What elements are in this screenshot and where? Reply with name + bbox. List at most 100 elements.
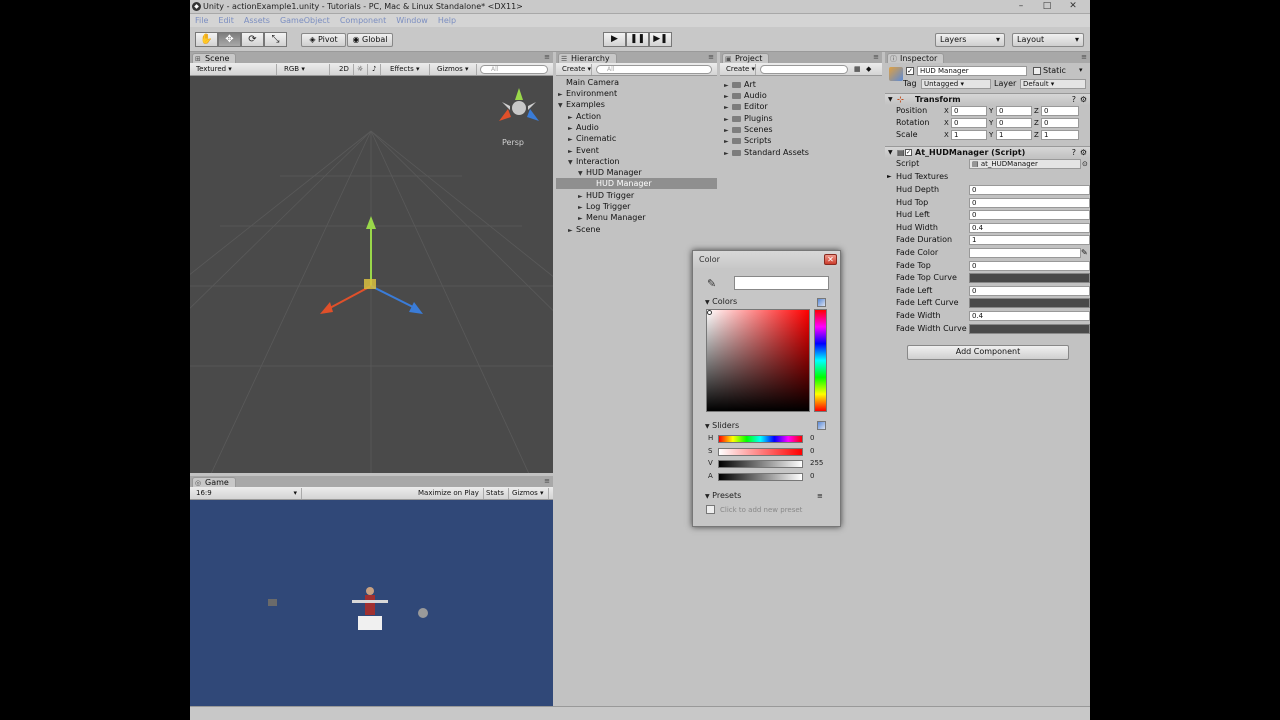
static-checkbox[interactable]	[1033, 67, 1041, 75]
menu-file[interactable]: File	[190, 14, 213, 27]
value-slider[interactable]	[718, 460, 803, 468]
chevron-down-icon[interactable]: ▾	[1079, 66, 1083, 74]
panel-options-icon[interactable]: ≡	[708, 53, 714, 61]
hand-tool-icon[interactable]: ✋	[195, 32, 218, 47]
add-component-button[interactable]: Add Component	[907, 345, 1069, 360]
z-axis-arrow[interactable]	[409, 302, 423, 314]
list-item[interactable]: ► Menu Manager	[578, 212, 646, 223]
close-icon[interactable]: ✕	[1062, 1, 1084, 12]
hue-value[interactable]: 0	[810, 434, 814, 442]
saturation-value[interactable]: 0	[810, 447, 814, 455]
expand-arrow-icon[interactable]: ►	[578, 213, 586, 224]
project-create-dropdown[interactable]: Create ▾	[722, 64, 756, 75]
presets-menu-icon[interactable]: ≡	[817, 492, 823, 500]
gear-icon[interactable]: ⚙	[1080, 94, 1087, 105]
menu-window[interactable]: Window	[391, 14, 433, 27]
scale-tool-icon[interactable]: ⤡	[264, 32, 287, 47]
alpha-value[interactable]: 0	[810, 472, 814, 480]
tab-scene[interactable]: ⊞ Scene	[192, 53, 237, 63]
gear-icon[interactable]: ⚙	[1080, 147, 1087, 158]
panel-options-icon[interactable]: ≡	[544, 477, 550, 485]
rotate-tool-icon[interactable]: ⟳	[241, 32, 264, 47]
list-item[interactable]: ▼ HUD Manager	[578, 167, 642, 178]
panel-options-icon[interactable]: ≡	[1081, 53, 1087, 61]
shading-dropdown[interactable]: Textured ▾	[192, 64, 277, 75]
transform-header[interactable]: ▼ ⊹ Transform ? ⚙	[885, 93, 1090, 105]
maximize-on-play-toggle[interactable]: Maximize on Play	[414, 488, 484, 499]
object-name-input[interactable]: HUD Manager	[917, 66, 1027, 76]
list-item[interactable]: ▼ Examples	[558, 99, 605, 110]
color-field[interactable]	[969, 248, 1081, 258]
list-item[interactable]: ► Action	[568, 111, 601, 122]
step-icon[interactable]: ▶❚	[649, 32, 672, 47]
hierarchy-create-dropdown[interactable]: Create ▾	[558, 64, 592, 75]
global-toggle[interactable]: ◉ Global	[347, 33, 393, 47]
list-item[interactable]: ► Environment	[558, 88, 617, 99]
number-field[interactable]: 0	[969, 185, 1090, 195]
position-x-field[interactable]: 0	[951, 106, 987, 116]
active-checkbox[interactable]: ✓	[906, 67, 914, 75]
foldout-arrow-icon[interactable]: ▼	[888, 94, 893, 105]
slider-mode-icon[interactable]	[817, 421, 826, 430]
expand-arrow-icon[interactable]: ►	[568, 225, 576, 236]
play-icon[interactable]: ▶	[603, 32, 626, 47]
hierarchy-search-input[interactable]: All	[596, 65, 712, 74]
number-field[interactable]: 1	[969, 235, 1090, 246]
help-icon[interactable]: ?	[1072, 147, 1076, 158]
object-picker-icon[interactable]: ⊙	[1082, 158, 1088, 170]
foldout-arrow-icon[interactable]: ►	[887, 171, 892, 183]
help-icon[interactable]: ?	[1072, 94, 1076, 105]
curve-field[interactable]	[969, 323, 1090, 334]
aspect-dropdown[interactable]: 16:9 ▾	[192, 488, 302, 499]
expand-arrow-icon[interactable]: ►	[724, 148, 732, 159]
number-field[interactable]: 0	[969, 197, 1090, 208]
layers-dropdown[interactable]: Layers ▾	[935, 33, 1005, 47]
scene-search-input[interactable]: All	[480, 65, 548, 74]
list-item[interactable]: ► Log Trigger	[578, 201, 630, 212]
mode-2d-toggle[interactable]: 2D	[335, 64, 354, 75]
panel-options-icon[interactable]: ≡	[873, 53, 879, 61]
foldout-arrow-icon[interactable]: ▼	[888, 147, 893, 158]
add-preset-icon[interactable]	[706, 505, 715, 514]
number-field[interactable]: 0.4	[969, 222, 1090, 233]
eyedropper-icon[interactable]: ✎	[1081, 247, 1088, 259]
presets-section-header[interactable]: ▼ Presets	[705, 491, 741, 500]
x-axis-handle[interactable]	[327, 285, 372, 310]
list-item[interactable]: ► Scene	[568, 224, 600, 235]
minimize-icon[interactable]: –	[1010, 1, 1032, 12]
z-axis-handle[interactable]	[370, 285, 416, 309]
effects-dropdown[interactable]: Effects ▾	[386, 64, 430, 75]
layer-dropdown[interactable]: Default ▾	[1020, 79, 1086, 89]
folder-item[interactable]: ► Scripts	[724, 135, 771, 146]
position-z-field[interactable]: 0	[1041, 106, 1079, 116]
hud-textures-foldout[interactable]: ► Hud Textures	[885, 171, 1090, 183]
number-field[interactable]: 0	[969, 210, 1090, 221]
expand-arrow-icon[interactable]: ▼	[568, 157, 576, 168]
list-item-selected[interactable]: HUD Manager	[556, 178, 717, 189]
curve-field[interactable]	[969, 273, 1090, 284]
expand-arrow-icon[interactable]: ►	[724, 102, 732, 113]
list-item[interactable]: ► HUD Trigger	[578, 190, 634, 201]
number-field[interactable]: 0	[969, 285, 1090, 296]
gizmos-dropdown[interactable]: Gizmos ▾	[433, 64, 477, 75]
script-reference-field[interactable]: ▤ at_HUDManager	[969, 159, 1081, 169]
scale-z-field[interactable]: 1	[1041, 130, 1079, 140]
expand-arrow-icon[interactable]: ►	[568, 134, 576, 145]
saturation-value-box[interactable]	[706, 309, 810, 412]
move-tool-icon[interactable]: ✥	[218, 32, 241, 47]
list-item[interactable]: ▼ Interaction	[568, 156, 619, 167]
tag-dropdown[interactable]: Untagged ▾	[921, 79, 991, 89]
tab-hierarchy[interactable]: ☰ Hierarchy	[558, 53, 617, 63]
maximize-icon[interactable]: □	[1036, 1, 1058, 12]
audio-icon[interactable]: ♪	[368, 64, 382, 75]
value-value[interactable]: 255	[810, 459, 823, 467]
menu-component[interactable]: Component	[335, 14, 391, 27]
folder-item[interactable]: ► Scenes	[724, 124, 773, 135]
layout-dropdown[interactable]: Layout ▾	[1012, 33, 1084, 47]
rotation-z-field[interactable]: 0	[1041, 118, 1079, 128]
colors-section-header[interactable]: ▼ Colors	[705, 297, 737, 306]
sliders-section-header[interactable]: ▼ Sliders	[705, 421, 739, 430]
number-field[interactable]: 0.4	[969, 311, 1090, 321]
folder-item[interactable]: ► Audio	[724, 90, 767, 101]
menu-gameobject[interactable]: GameObject	[275, 14, 335, 27]
